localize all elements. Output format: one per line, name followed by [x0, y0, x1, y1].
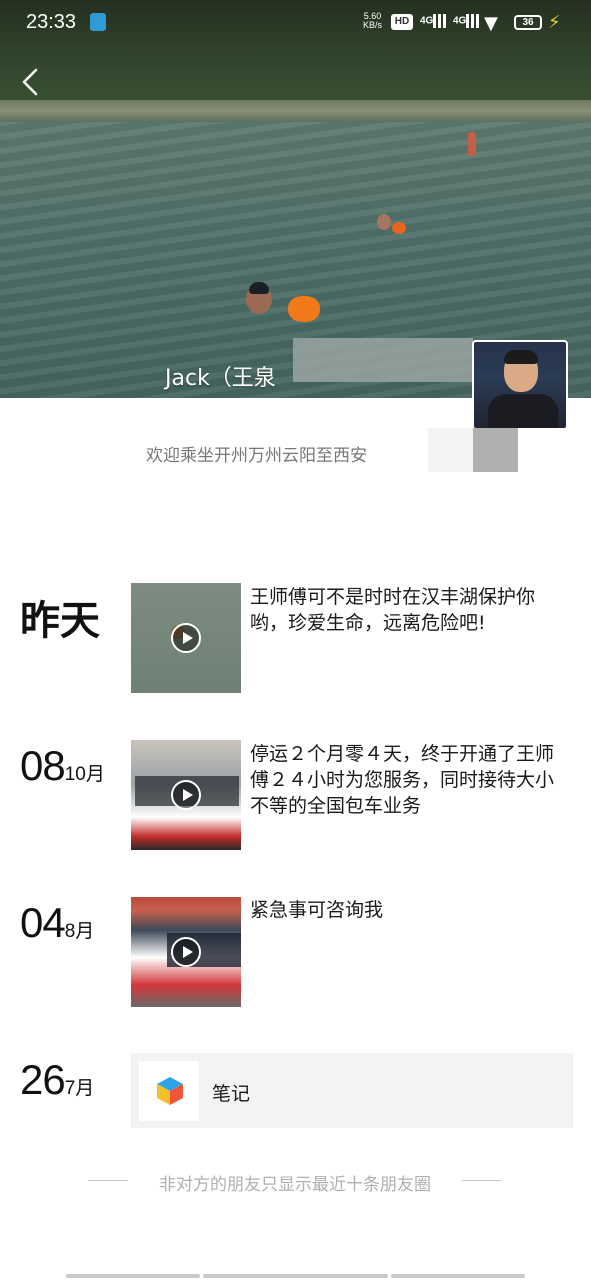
- feed-date-month: 10月: [64, 764, 105, 785]
- feed-date-month: 7月: [64, 1078, 95, 1099]
- feed-date-day: 04: [20, 899, 66, 946]
- note-icon-box: [139, 1061, 199, 1121]
- status-bar: 23:33 5.60 KB/s HD 4G 4G ▼ 36 ⚡: [0, 0, 591, 46]
- feed-date-day: 08: [20, 742, 66, 789]
- signal-icon-sim2: 4G: [453, 14, 483, 28]
- play-icon: [171, 937, 201, 967]
- privacy-mask-signature-2: [473, 428, 518, 472]
- avatar-hair: [504, 350, 538, 364]
- privacy-mask-signature-1: [428, 428, 473, 472]
- feed-date-month: 8月: [64, 921, 95, 942]
- feed-date: 267月: [20, 1056, 94, 1104]
- wifi-icon: ▼: [484, 13, 498, 34]
- feed-note-card[interactable]: 笔记: [131, 1053, 573, 1128]
- charging-bolt-icon: ⚡: [548, 12, 561, 33]
- profile-signature: 欢迎乘坐开州万州云阳至西安: [146, 446, 367, 466]
- app-notification-icon: [90, 13, 106, 31]
- cover-figure-distant: [468, 132, 476, 156]
- feed-date: 0810月: [20, 742, 105, 790]
- cover-buoy-front: [288, 296, 320, 322]
- cover-shore: [0, 100, 591, 122]
- feed-video-thumbnail[interactable]: [131, 897, 241, 1007]
- signature-overflow: [560, 441, 570, 487]
- gesture-bar-center[interactable]: [203, 1274, 388, 1278]
- battery-icon: 36: [514, 15, 542, 30]
- feed-date: 048月: [20, 899, 94, 947]
- feed-video-thumbnail[interactable]: [131, 740, 241, 850]
- cover-swimmer-front: [246, 282, 272, 314]
- signal-label-sim2: 4G: [453, 15, 467, 27]
- feed-video-thumbnail[interactable]: [131, 583, 241, 693]
- play-icon: [171, 780, 201, 810]
- profile-avatar[interactable]: [472, 340, 568, 430]
- cover-swimmer-mid: [377, 214, 391, 230]
- privacy-mask-nickname: [293, 338, 473, 382]
- net-speed: 5.60 KB/s: [363, 12, 382, 30]
- status-time: 23:33: [26, 11, 77, 33]
- chevron-left-icon: [22, 68, 38, 96]
- back-button[interactable]: [16, 66, 46, 98]
- feed-post-text[interactable]: 紧急事可咨询我: [250, 897, 572, 923]
- profile-nickname: Jack（王泉: [165, 366, 276, 391]
- note-label: 笔记: [212, 1083, 251, 1105]
- signal-icon-sim1: 4G: [420, 14, 450, 28]
- cube-icon: [157, 1077, 183, 1105]
- signal-label-sim1: 4G: [420, 15, 434, 27]
- gesture-bar-left: [66, 1274, 200, 1278]
- feed-post-text[interactable]: 王师傅可不是时时在汉丰湖保护你哟，珍爱生命，远离危险吧!: [250, 584, 572, 636]
- avatar-shirt: [488, 394, 558, 428]
- cover-buoy-mid: [392, 222, 406, 234]
- hd-voice-icon: HD: [391, 14, 413, 30]
- play-icon: [171, 623, 201, 653]
- net-speed-unit: KB/s: [363, 20, 383, 30]
- friends-limit-tip: 非对方的朋友只显示最近十条朋友圈: [88, 1170, 502, 1195]
- feed-date-yesterday: 昨天: [20, 598, 100, 644]
- feed-post-text[interactable]: 停运２个月零４天，终于开通了王师傅２４小时为您服务，同时接待大小不等的全国包车业…: [250, 741, 572, 819]
- feed-date-day: 26: [20, 1056, 66, 1103]
- gesture-bar-right: [391, 1274, 525, 1278]
